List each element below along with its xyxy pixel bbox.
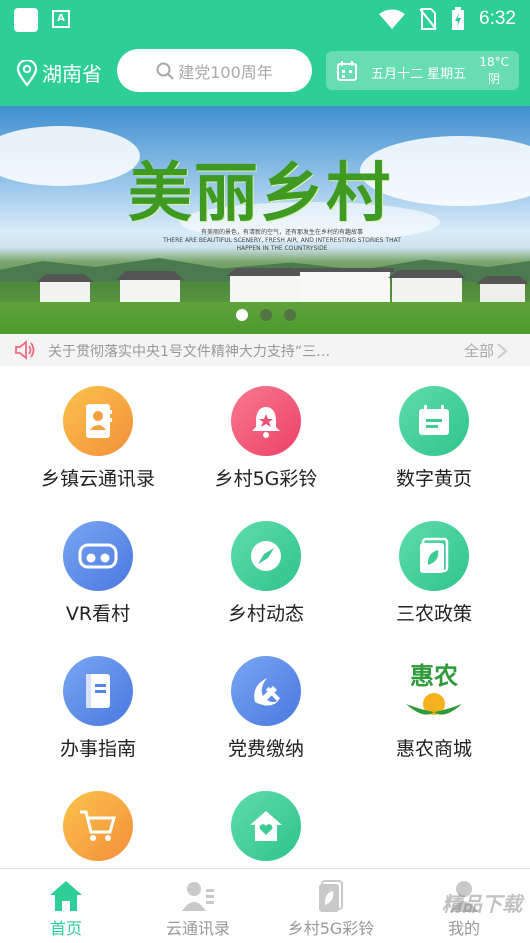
watermark: 精品下载 xyxy=(442,892,522,916)
tab-label: 云通讯录 xyxy=(165,919,230,938)
grid-item-label: 办事指南 xyxy=(59,738,136,760)
chevron-right-icon xyxy=(497,342,508,359)
grid-item-label: 乡村5G彩铃 xyxy=(214,468,318,490)
notice-more-link[interactable]: 全部 xyxy=(464,340,510,361)
wifi-icon xyxy=(379,9,406,29)
grid-item-label: 三农政策 xyxy=(395,603,472,625)
location-pin-icon xyxy=(16,59,38,86)
banner-subtitle: 有美丽的景色，有清新的空气，还有那发生在乡村的有趣故事 THERE ARE BE… xyxy=(163,229,401,252)
grid-item-service-guide[interactable]: 办事指南 xyxy=(10,636,186,771)
tab-home[interactable]: 首页 xyxy=(0,869,132,943)
grid-item-vr-village[interactable]: VR看村 xyxy=(10,501,186,636)
notice-more-label: 全部 xyxy=(463,342,494,360)
contacts-icon xyxy=(182,882,214,911)
calendar-page-icon xyxy=(399,386,469,456)
search-icon xyxy=(156,62,174,80)
carousel-indicator xyxy=(236,309,296,321)
speaker-icon xyxy=(15,340,35,360)
compass-icon xyxy=(231,521,301,591)
tab-contacts[interactable]: 云通讯录 xyxy=(132,869,264,943)
grid-item-party-dues[interactable]: 党费缴纳 xyxy=(178,636,354,771)
guide-book-icon xyxy=(63,656,133,726)
ringtone-icon xyxy=(319,880,343,912)
tab-ringtone[interactable]: 乡村5G彩铃 xyxy=(265,869,397,943)
carousel-dot[interactable] xyxy=(284,309,296,321)
grid-item-agri-policy[interactable]: 三农政策 xyxy=(346,501,522,636)
grid-item-village-news[interactable]: 乡村动态 xyxy=(178,501,354,636)
grid-item-5g-ringtone[interactable]: 乡村5G彩铃 xyxy=(178,366,354,501)
grid-item-huinong-mall[interactable]: 惠农 惠农商城 xyxy=(346,636,522,771)
grid-item-label: VR看村 xyxy=(65,603,131,625)
banner-title: 美丽乡村 xyxy=(128,156,392,231)
app-header: 湖南省 建党100周年 五月十二 星期五 18°C 阴 xyxy=(0,40,530,106)
temperature: 18°C xyxy=(479,55,509,69)
shopping-cart-icon xyxy=(63,791,133,861)
tab-label: 首页 xyxy=(49,919,82,938)
village-houses xyxy=(36,268,529,302)
no-sim-icon xyxy=(419,8,437,30)
location-selector[interactable]: 湖南省 xyxy=(16,58,102,87)
lunar-date: 五月十二 星期五 xyxy=(371,67,467,82)
grid-item-label: 乡镇云通讯录 xyxy=(40,468,155,490)
search-bar[interactable]: 建党100周年 xyxy=(117,49,312,92)
app-notification-icon: A xyxy=(52,10,70,28)
notification-square-icon xyxy=(14,8,38,32)
contacts-book-icon xyxy=(63,386,133,456)
grid-item-yellow-pages[interactable]: 数字黄页 xyxy=(346,366,522,501)
party-emblem-icon xyxy=(231,656,301,726)
grid-item-town-contacts[interactable]: 乡镇云通讯录 xyxy=(10,366,186,501)
notice-text[interactable]: 关于贯彻落实中央1号文件精神大力支持“三… xyxy=(48,341,330,361)
calendar-icon xyxy=(337,61,357,81)
search-placeholder: 建党100周年 xyxy=(178,62,273,82)
grid-item-label: 数字黄页 xyxy=(395,468,472,490)
carousel-dot[interactable] xyxy=(236,309,248,321)
grid-item-label: 党费缴纳 xyxy=(227,738,304,760)
status-bar: A 6:32 xyxy=(0,0,530,40)
bell-icon xyxy=(231,386,301,456)
carousel-dot[interactable] xyxy=(260,309,272,321)
location-label: 湖南省 xyxy=(42,62,102,86)
weather-condition: 阴 xyxy=(488,72,501,86)
vr-glasses-icon xyxy=(63,521,133,591)
home-icon xyxy=(50,881,82,911)
battery-charging-icon xyxy=(452,7,465,30)
tab-label: 我的 xyxy=(447,919,480,938)
grid-item-label: 乡村动态 xyxy=(227,603,304,625)
clock: 6:32 xyxy=(479,8,516,29)
leaf-document-icon xyxy=(399,521,469,591)
grid-item-label: 惠农商城 xyxy=(395,738,472,760)
tab-label: 乡村5G彩铃 xyxy=(287,919,375,938)
banner-carousel[interactable]: 美丽乡村 有美丽的景色，有清新的空气，还有那发生在乡村的有趣故事 THERE A… xyxy=(0,106,530,334)
notice-bar[interactable]: 关于贯彻落实中央1号文件精神大力支持“三… 全部 xyxy=(0,334,530,366)
huinong-logo-icon: 惠农 xyxy=(399,656,469,726)
home-heart-icon xyxy=(231,791,301,861)
date-weather-widget[interactable]: 五月十二 星期五 18°C 阴 xyxy=(326,51,519,90)
